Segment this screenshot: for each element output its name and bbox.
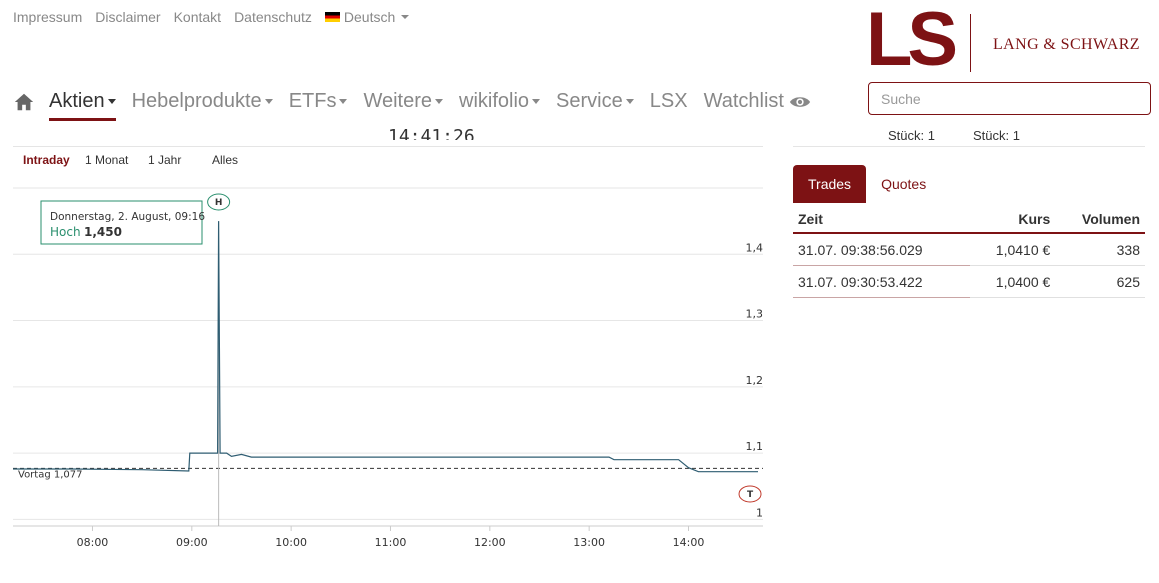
column-zeit: Zeit xyxy=(793,206,971,234)
column-volumen: Volumen xyxy=(1055,206,1145,234)
kontakt-link[interactable]: Kontakt xyxy=(174,9,221,25)
price-series xyxy=(13,221,758,473)
tooltip-date: Donnerstag, 2. August, 09:16 xyxy=(50,211,205,223)
reference-label: Vortag 1,077 xyxy=(18,469,83,480)
impressum-link[interactable]: Impressum xyxy=(13,9,82,25)
chevron-down-icon xyxy=(107,99,116,104)
nav-label: Watchlist xyxy=(703,90,784,112)
datenschutz-link[interactable]: Datenschutz xyxy=(234,9,312,25)
chevron-down-icon xyxy=(435,99,444,104)
eye-icon xyxy=(789,96,811,107)
stueck-label: Stück: 1 xyxy=(973,128,1020,140)
language-selector[interactable]: Deutsch xyxy=(324,9,410,25)
german-flag-icon xyxy=(324,12,340,22)
stueck-label: Stück: 1 xyxy=(888,128,935,140)
x-tick-label: 11:00 xyxy=(375,536,407,549)
trade-time: 31.07. 09:38:56.029 xyxy=(793,233,971,266)
disclaimer-link[interactable]: Disclaimer xyxy=(95,9,160,25)
nav-wikifolio[interactable]: wikifolio xyxy=(459,90,541,113)
logo-divider xyxy=(970,14,971,72)
logo-mark: LS xyxy=(866,0,958,82)
x-tick-label: 13:00 xyxy=(573,536,605,549)
tab-quotes[interactable]: Quotes xyxy=(866,165,941,203)
trade-time: 31.07. 09:30:53.422 xyxy=(793,265,971,298)
nav-label: wikifolio xyxy=(459,90,530,112)
low-marker-label: T xyxy=(747,490,754,500)
nav-label: Aktien xyxy=(49,90,105,112)
column-kurs: Kurs xyxy=(970,206,1056,234)
nav-lsx[interactable]: LSX xyxy=(650,90,688,113)
chevron-down-icon xyxy=(401,15,410,19)
nav-etfs[interactable]: ETFs xyxy=(289,90,348,113)
top-links: Impressum Disclaimer Kontakt Datenschutz… xyxy=(13,9,410,25)
nav-label: Hebelprodukte xyxy=(131,90,262,112)
main-nav: Aktien Hebelprodukte ETFs Weitere wikifo… xyxy=(13,90,827,121)
trade-price: 1,0410 € xyxy=(970,233,1056,266)
price-chart[interactable]: 1 1,1 1,2 1,3 1,4 08:00 09:00 10:00 11:00 12:00 1… xyxy=(0,185,770,555)
range-1-monat[interactable]: 1 Monat xyxy=(85,153,128,167)
y-tick-label: 1,3 xyxy=(746,308,764,321)
high-marker: H xyxy=(207,193,231,211)
home-icon[interactable] xyxy=(13,91,35,113)
language-label: Deutsch xyxy=(343,9,396,25)
divider xyxy=(793,146,1145,147)
nav-label: Service xyxy=(556,90,623,112)
search-input[interactable] xyxy=(868,82,1151,115)
range-1-jahr[interactable]: 1 Jahr xyxy=(148,153,181,167)
nav-hebelprodukte[interactable]: Hebelprodukte xyxy=(132,90,273,113)
trade-price: 1,0400 € xyxy=(970,265,1056,298)
trade-tabs: Trades Quotes xyxy=(793,165,941,203)
tooltip-value: 1,450 xyxy=(84,225,122,239)
y-tick-label: 1 xyxy=(756,506,763,519)
logo[interactable]: LS LANG & SCHWARZ xyxy=(866,2,1156,78)
trade-volume: 625 xyxy=(1055,265,1145,298)
table-row: 31.07. 09:30:53.422 1,0400 € 625 xyxy=(793,265,1145,298)
y-tick-label: 1,4 xyxy=(746,241,764,254)
high-marker-label: H xyxy=(215,198,223,208)
nav-service[interactable]: Service xyxy=(556,90,634,113)
nav-label: ETFs xyxy=(288,90,337,112)
x-tick-label: 09:00 xyxy=(176,536,208,549)
table-row: 31.07. 09:38:56.029 1,0410 € 338 xyxy=(793,233,1145,266)
trade-volume: 338 xyxy=(1055,233,1145,266)
chart-tooltip: Donnerstag, 2. August, 09:16 Hoch 1,450 xyxy=(40,200,205,245)
nav-label: Weitere xyxy=(363,90,433,112)
chevron-down-icon xyxy=(532,99,541,104)
tab-trades[interactable]: Trades xyxy=(793,165,867,203)
chevron-down-icon xyxy=(264,99,273,104)
tooltip-label: Hoch xyxy=(50,225,81,239)
trades-table: Zeit Kurs Volumen 31.07. 09:38:56.029 1,… xyxy=(793,206,1145,298)
x-tick-label: 12:00 xyxy=(474,536,506,549)
y-tick-label: 1,1 xyxy=(746,440,764,453)
range-intraday[interactable]: Intraday xyxy=(23,153,70,167)
nav-aktien[interactable]: Aktien xyxy=(49,90,116,121)
logo-name: LANG & SCHWARZ xyxy=(993,36,1140,53)
y-tick-label: 1,2 xyxy=(746,374,764,387)
table-header: Zeit Kurs Volumen xyxy=(793,206,1145,234)
nav-label: LSX xyxy=(649,90,688,112)
clock: 14:41:26 xyxy=(388,126,475,140)
divider xyxy=(13,146,763,147)
range-alles[interactable]: Alles xyxy=(212,153,238,167)
x-tick-label: 10:00 xyxy=(275,536,307,549)
low-marker: T xyxy=(738,485,762,503)
x-tick-label: 14:00 xyxy=(673,536,705,549)
nav-weitere[interactable]: Weitere xyxy=(363,90,444,113)
chevron-down-icon xyxy=(339,99,348,104)
nav-watchlist[interactable]: Watchlist xyxy=(704,90,811,113)
chevron-down-icon xyxy=(625,99,634,104)
x-tick-label: 08:00 xyxy=(77,536,109,549)
